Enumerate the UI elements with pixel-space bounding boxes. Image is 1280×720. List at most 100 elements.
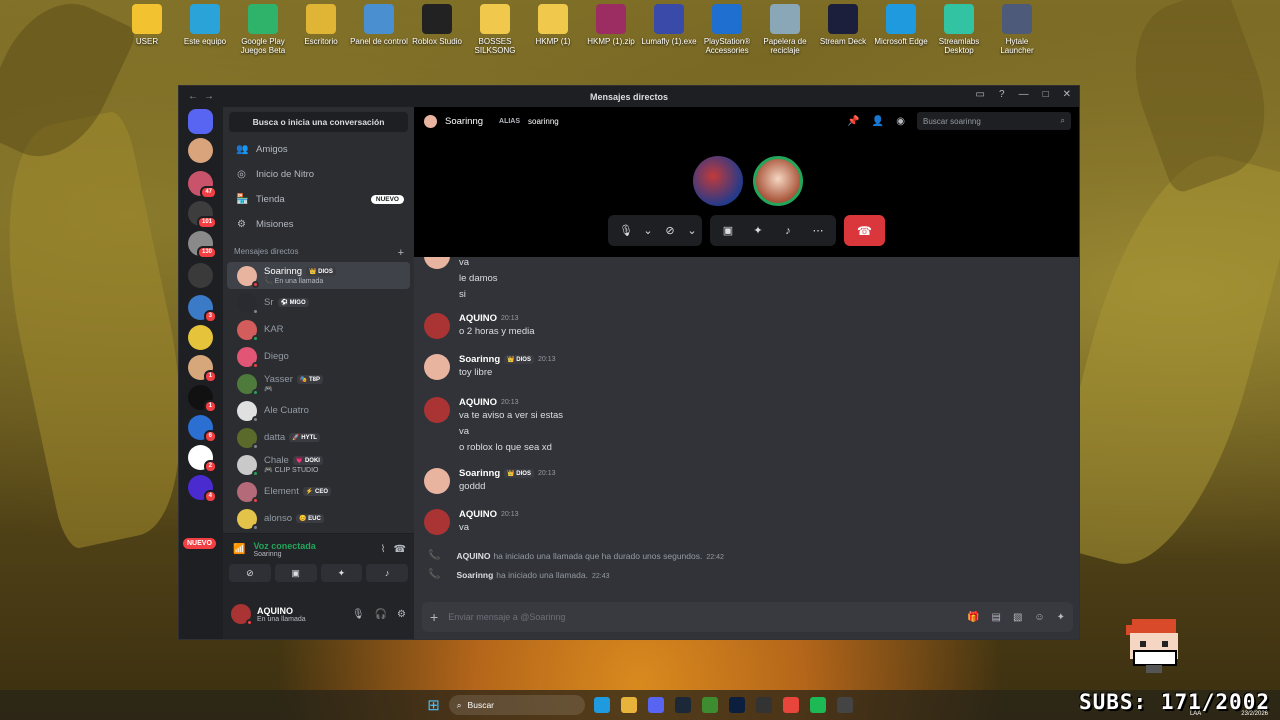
file-explorer-icon[interactable] <box>620 697 637 713</box>
soundboard-icon[interactable]: ♪ <box>366 564 408 582</box>
xbox-icon[interactable] <box>836 697 853 713</box>
avatar[interactable] <box>424 468 450 494</box>
find-conversation-button[interactable]: Busca o inicia una conversación <box>229 112 408 132</box>
disconnect-icon[interactable]: ☎ <box>394 544 406 555</box>
desktop-icon[interactable]: PlayStation® Accessories <box>698 4 756 55</box>
hang-up-button[interactable]: ☎ <box>844 215 885 246</box>
user-name[interactable]: AQUINO <box>257 606 306 616</box>
taskbar-search[interactable]: ⌕ Buscar <box>448 695 585 715</box>
desktop-icon[interactable]: Roblox Studio <box>408 4 466 55</box>
dm-item[interactable]: Soarinng 👑 DIOS 📞 En una llamada <box>227 262 410 289</box>
noise-suppression-icon[interactable]: ⌇ <box>381 544 386 555</box>
minecraft-icon[interactable] <box>701 697 718 713</box>
camera-off-icon[interactable]: ⊘ <box>656 219 684 243</box>
discord-icon[interactable] <box>647 697 664 713</box>
headphones-icon[interactable]: 🎧 <box>375 609 387 620</box>
server-icon[interactable]: 47 <box>188 171 217 199</box>
add-dm-icon[interactable]: + <box>398 247 404 259</box>
chrome-icon[interactable] <box>782 697 799 713</box>
settings-icon[interactable]: ⚙ <box>397 609 406 620</box>
dm-item[interactable]: Sr ⚽ MIGO <box>227 289 410 316</box>
desktop-icon[interactable]: USER <box>118 4 176 55</box>
server-icon[interactable]: 130 <box>188 231 217 259</box>
dm-item[interactable]: datta 🚀 HYTL <box>227 424 410 451</box>
chevron-down-icon[interactable]: ⌄ <box>686 219 698 243</box>
server-icon[interactable]: 3 <box>188 295 217 323</box>
message-author[interactable]: Soarinng <box>459 354 500 365</box>
avatar[interactable] <box>231 604 253 626</box>
desktop-icon[interactable]: Microsoft Edge <box>872 4 930 55</box>
activities-icon[interactable]: ✦ <box>320 564 363 582</box>
system-author[interactable]: Soarinng <box>456 570 493 580</box>
pin-icon[interactable]: 📌 <box>847 116 859 127</box>
microphone-icon[interactable]: 🎙 <box>352 609 365 620</box>
desktop-icon[interactable]: HKMP (1) <box>524 4 582 55</box>
sidebar-item-amigos[interactable]: 👥 Amigos <box>223 137 414 162</box>
gift-icon[interactable]: 🎁 <box>967 612 979 623</box>
server-icon[interactable]: 2 <box>188 445 217 473</box>
desktop-icon[interactable]: HKMP (1).zip <box>582 4 640 55</box>
sidebar-item-misiones[interactable]: ⚙ Misiones <box>223 212 414 237</box>
activities-icon[interactable]: ✦ <box>744 219 772 243</box>
help-icon[interactable]: ? <box>999 89 1005 100</box>
spotify-icon[interactable] <box>809 697 826 713</box>
profile-icon[interactable]: ◉ <box>896 116 905 127</box>
more-options-icon[interactable]: ⋯ <box>804 219 832 243</box>
dm-item[interactable]: Yasser 🎭 T8P 🎮 <box>227 370 410 397</box>
sticker-icon[interactable]: ▧ <box>1013 612 1022 623</box>
dm-item[interactable]: Element ⚡ CEO <box>227 478 410 505</box>
add-attachment-icon[interactable]: + <box>430 609 438 625</box>
voice-status-title[interactable]: Voz conectada <box>253 541 315 551</box>
avatar[interactable] <box>424 313 450 339</box>
desktop-icon[interactable]: Streamlabs Desktop <box>930 4 988 55</box>
avatar[interactable] <box>424 354 450 380</box>
desktop-icon[interactable]: Lumafly (1).exe <box>640 4 698 55</box>
desktop-icon[interactable]: Google Play Juegos Beta <box>234 4 292 55</box>
microphone-icon[interactable]: 🎙 <box>612 219 640 243</box>
search-input[interactable]: Buscar soarinng ⌕ <box>917 112 1071 130</box>
desktop-icon[interactable]: Panel de control <box>350 4 408 55</box>
desktop-icon[interactable]: Papelera de reciclaje <box>756 4 814 55</box>
photoshop-icon[interactable] <box>728 697 745 713</box>
minimize-icon[interactable]: — <box>1019 89 1029 100</box>
desktop-icon[interactable]: Este equipo <box>176 4 234 55</box>
camera-off-icon[interactable]: ⊘ <box>229 564 271 582</box>
avatar[interactable] <box>424 397 450 423</box>
server-icon[interactable]: 101 <box>188 201 217 229</box>
gif-icon[interactable]: ▤ <box>991 612 1000 623</box>
apps-icon[interactable]: ✦ <box>1057 612 1065 623</box>
chevron-down-icon[interactable]: ⌄ <box>642 219 654 243</box>
server-icon[interactable]: 1 <box>188 385 217 413</box>
server-icon[interactable] <box>188 138 213 163</box>
message-author[interactable]: AQUINO <box>459 397 497 408</box>
server-icon[interactable] <box>188 263 213 288</box>
server-icon[interactable]: 6 <box>188 415 217 443</box>
dm-item[interactable]: Diego <box>227 343 410 370</box>
screen-share-icon[interactable]: ▣ <box>274 564 317 582</box>
maximize-icon[interactable]: □ <box>1043 89 1049 100</box>
caller-avatar-soarinng[interactable] <box>753 156 803 206</box>
desktop-icon[interactable]: Escritorio <box>292 4 350 55</box>
soundboard-icon[interactable]: ♪ <box>774 219 802 243</box>
signal-icon[interactable]: 📶 <box>233 544 245 555</box>
avatar[interactable] <box>424 509 450 535</box>
windows-start-icon[interactable]: ⊞ <box>427 696 440 714</box>
voice-channel-name[interactable]: Soarinng <box>253 551 315 558</box>
inbox-icon[interactable]: ▭ <box>976 89 985 100</box>
dm-item[interactable]: alonso 😊 EUC <box>227 505 410 532</box>
discord-home-icon[interactable] <box>188 109 213 134</box>
desktop-icon[interactable]: BOSSES SILKSONG <box>466 4 524 55</box>
server-icon[interactable]: 4 <box>188 475 217 503</box>
dm-item[interactable]: KAR <box>227 316 410 343</box>
obs-icon[interactable] <box>755 697 772 713</box>
desktop-icon[interactable]: Stream Deck <box>814 4 872 55</box>
add-friend-icon[interactable]: 👤 <box>872 116 884 127</box>
message-composer[interactable]: + Enviar mensaje a @Soarinng 🎁 ▤ ▧ ☺ ✦ <box>422 602 1073 632</box>
sidebar-item-inicio-de-nitro[interactable]: ◎ Inicio de Nitro <box>223 162 414 187</box>
screen-share-icon[interactable]: ▣ <box>714 219 742 243</box>
edge-icon[interactable] <box>593 697 610 713</box>
avatar[interactable] <box>424 257 450 269</box>
close-icon[interactable]: ✕ <box>1063 89 1071 100</box>
steam-icon[interactable] <box>674 697 691 713</box>
system-author[interactable]: AQUINO <box>456 551 490 561</box>
